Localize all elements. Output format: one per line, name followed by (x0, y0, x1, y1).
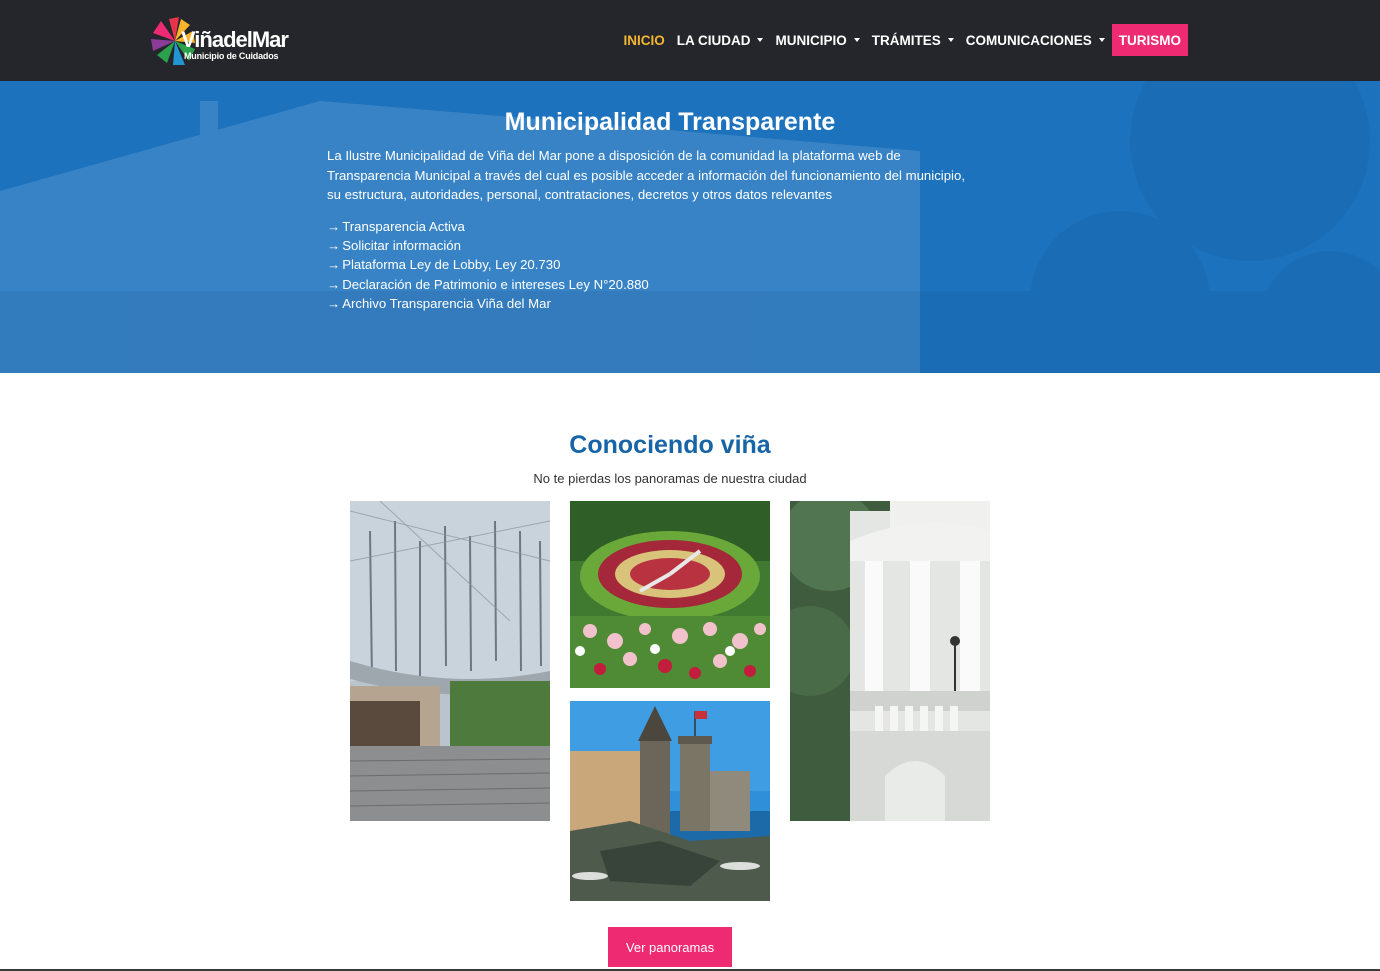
link-solicitar-informacion[interactable]: → Solicitar información (327, 236, 649, 255)
nav-item-turismo[interactable]: TURISMO (1111, 24, 1188, 56)
arrow-right-icon: → (327, 276, 341, 292)
link-declaracion-patrimonio[interactable]: → Declaración de Patrimonio e intereses … (327, 275, 649, 294)
nav-label: COMUNICACIONES (965, 32, 1092, 48)
caret-down-icon (853, 38, 860, 42)
nav-item-municipio[interactable]: MUNICIPIO (769, 24, 865, 56)
amphitheater-photo[interactable] (350, 501, 550, 821)
link-archivo-transparencia[interactable]: → Archivo Transparencia Viña del Mar (327, 294, 649, 313)
nav-item-la-ciudad[interactable]: LA CIUDAD (671, 24, 770, 56)
transparency-links: → Transparencia Activa → Solicitar inform… (327, 217, 649, 313)
link-label: Solicitar información (342, 238, 461, 254)
link-label: Plataforma Ley de Lobby, Ley 20.730 (342, 257, 561, 273)
hero-description: La Ilustre Municipalidad de Viña del Mar… (327, 148, 965, 202)
hero-title: Municipalidad Transparente (504, 108, 836, 136)
wulff-castle-photo[interactable] (570, 701, 770, 901)
nav-label: LA CIUDAD (676, 32, 751, 48)
site-logo[interactable]: ViñadelMar Municipio de Cuidados (151, 10, 301, 72)
logo-tagline: Municipio de Cuidados (184, 51, 279, 61)
caret-down-icon (947, 38, 954, 42)
link-transparencia-activa[interactable]: → Transparencia Activa (327, 217, 649, 236)
ver-panoramas-button[interactable]: Ver panoramas (608, 927, 732, 967)
caret-down-icon (1098, 38, 1105, 42)
transparency-hero: Municipalidad Transparente La Ilustre Mu… (0, 81, 1380, 373)
arrow-right-icon: → (327, 238, 341, 254)
nav-item-comunicaciones[interactable]: COMUNICACIONES (960, 24, 1111, 56)
section-subtitle: No te pierdas los panoramas de nuestra c… (533, 471, 807, 486)
nav-label: INICIO (623, 32, 665, 48)
nav-label: MUNICIPIO (775, 32, 847, 48)
link-label: Archivo Transparencia Viña del Mar (342, 295, 551, 311)
arrow-right-icon: → (327, 219, 341, 234)
nav-label: TURISMO (1118, 32, 1181, 48)
arrow-right-icon: → (327, 295, 341, 311)
link-ley-lobby[interactable]: → Plataforma Ley de Lobby, Ley 20.730 (327, 255, 649, 274)
nav-item-tramites[interactable]: TRÁMITES (866, 24, 960, 56)
top-navbar: ViñadelMar Municipio de Cuidados INICIO … (0, 0, 1380, 81)
logo-wordmark: ViñadelMar (181, 27, 289, 52)
section-title: Conociendo viña (569, 431, 771, 459)
link-label: Declaración de Patrimonio e intereses Le… (342, 276, 649, 292)
arrow-right-icon: → (327, 257, 341, 273)
nav-item-inicio[interactable]: INICIO (617, 24, 670, 56)
nav-label: TRÁMITES (871, 32, 941, 48)
caret-down-icon (757, 38, 764, 42)
flower-clock-photo[interactable] (570, 501, 770, 688)
white-palace-photo[interactable] (790, 501, 990, 821)
link-label: Transparencia Activa (342, 219, 465, 234)
main-nav: INICIO LA CIUDAD MUNICIPIO TRÁMITES COMU… (617, 24, 1188, 56)
